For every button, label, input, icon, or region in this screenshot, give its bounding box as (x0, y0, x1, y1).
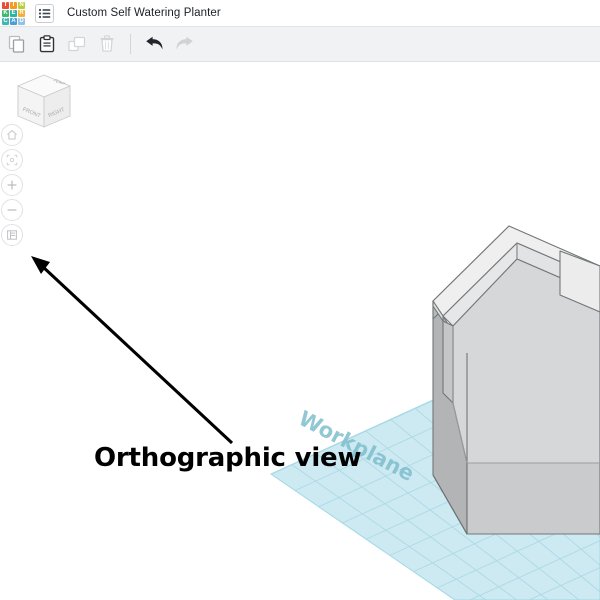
logo-cell-c: C (2, 17, 9, 25)
navigation-controls (1, 124, 25, 249)
redo-arrow-icon (176, 36, 193, 50)
undo-button[interactable] (139, 29, 169, 59)
home-icon (7, 129, 17, 140)
paste-button[interactable] (32, 29, 62, 59)
zoom-in-button[interactable] (1, 174, 23, 196)
app-header: T I N K E R C A D Custom Self Watering P… (0, 0, 600, 27)
plus-icon (7, 180, 17, 190)
tinkercad-window: T I N K E R C A D Custom Self Watering P… (0, 0, 600, 600)
home-view-button[interactable] (1, 124, 23, 146)
tinkercad-logo[interactable]: T I N K E R C A D (0, 0, 27, 27)
duplicate-icon (68, 36, 86, 52)
logo-cell-e: E (10, 9, 17, 17)
orthographic-icon (7, 230, 17, 240)
trash-icon (100, 35, 114, 52)
logo-cell-d: D (18, 17, 25, 25)
projection-toggle-button[interactable] (1, 224, 23, 246)
edit-toolbar (0, 27, 600, 62)
copy-button[interactable] (2, 29, 32, 59)
undo-arrow-icon (145, 36, 162, 50)
delete-button[interactable] (92, 29, 122, 59)
copy-icon (8, 35, 25, 53)
logo-cell-i: I (10, 1, 17, 9)
annotation-label: Orthographic view (94, 443, 362, 473)
logo-cell-k: K (2, 9, 9, 17)
paste-icon (39, 35, 55, 53)
logo-cell-a: A (10, 17, 17, 25)
minus-icon (7, 209, 17, 211)
document-title[interactable]: Custom Self Watering Planter (67, 7, 221, 19)
logo-cell-r: R (18, 9, 25, 17)
logo-cell-t: T (2, 1, 9, 9)
planter-model[interactable] (432, 225, 600, 535)
zoom-out-button[interactable] (1, 199, 23, 221)
logo-cell-n: N (18, 1, 25, 9)
3d-viewport[interactable]: Workplane TOP FRONT RIGHT (0, 63, 600, 600)
scene-canvas: Workplane (269, 225, 600, 600)
list-menu-icon[interactable] (35, 3, 54, 23)
redo-button[interactable] (169, 29, 199, 59)
toolbar-separator (130, 34, 131, 54)
fit-all-icon (6, 154, 18, 166)
fit-all-button[interactable] (1, 149, 23, 171)
list-menu-glyph (38, 8, 51, 18)
duplicate-button[interactable] (62, 29, 92, 59)
planter-inner-wall-left (442, 320, 454, 404)
